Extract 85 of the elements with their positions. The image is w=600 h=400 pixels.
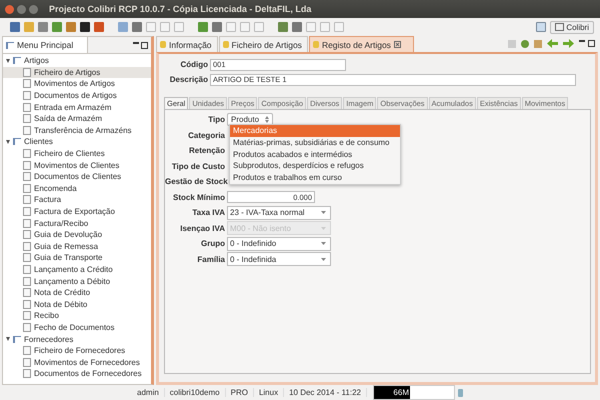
- tree-item[interactable]: Documentos de Clientes: [3, 170, 151, 183]
- tree-item[interactable]: Guia de Transporte: [3, 252, 151, 264]
- field-label: Tipo: [207, 115, 225, 124]
- tree-item[interactable]: Transferência de Armazéns: [3, 124, 151, 136]
- field-label: Código: [179, 60, 208, 69]
- expand-arrow-icon[interactable]: [6, 58, 10, 63]
- field-label: Família: [196, 254, 225, 264]
- tree-icon: [6, 42, 14, 48]
- tree-icon: [13, 138, 21, 146]
- combo-box[interactable]: 23 - IVA-Taxa normal: [227, 206, 331, 220]
- right-arrow-icon[interactable]: [563, 39, 574, 48]
- tree-item[interactable]: Movimentos de Fornecedores: [3, 356, 151, 368]
- tree-item[interactable]: Lançamento a Crédito: [3, 264, 151, 276]
- tree-item[interactable]: Movimentos de Artigos: [3, 78, 151, 90]
- minimize-icon[interactable]: [579, 40, 585, 42]
- tree-group[interactable]: Clientes: [3, 136, 151, 148]
- tree-item[interactable]: Documentos de Fornecedores: [3, 368, 151, 380]
- field-label: Gestão de Stock: [165, 177, 225, 186]
- tree-item[interactable]: Documentos de Artigos: [3, 90, 151, 102]
- editor-tab[interactable]: Ficheiro de Artigos: [218, 36, 308, 52]
- tree-item[interactable]: Factura de Exportação: [3, 206, 151, 218]
- tree-item[interactable]: Ficheiro de Clientes: [3, 148, 151, 160]
- caret-icon: [321, 258, 326, 261]
- tab-icon: [312, 41, 319, 48]
- tree-item[interactable]: Movimentos de Clientes: [3, 159, 151, 171]
- field-label: Categoria: [187, 130, 225, 140]
- close-icon[interactable]: [394, 41, 401, 48]
- tree-item[interactable]: Guia de Devolução: [3, 228, 151, 240]
- tree-icon: [13, 336, 21, 343]
- maximize-icon[interactable]: [588, 40, 595, 47]
- maximize-icon[interactable]: [141, 42, 148, 48]
- left-arrow-icon[interactable]: [547, 39, 558, 48]
- dropdown-option[interactable]: Matérias-primas, subsidiárias e de consumo: [230, 136, 400, 149]
- maximize-button[interactable]: [29, 4, 38, 14]
- tree-item[interactable]: Fecho de Documentos: [3, 322, 151, 334]
- caret-icon: [321, 211, 326, 214]
- field-label: Stock Mínimo: [172, 192, 225, 202]
- minimize-icon[interactable]: [133, 42, 139, 44]
- caret-icon: [321, 226, 326, 230]
- close-button[interactable]: [5, 4, 14, 14]
- tree-icon: [13, 57, 21, 64]
- tab-icon: [222, 41, 229, 48]
- caret-icon: [321, 242, 326, 246]
- tree-item[interactable]: Recibo: [3, 310, 151, 322]
- tab-icon: [160, 41, 166, 48]
- tree-item[interactable]: Guia de Remessa: [3, 240, 151, 252]
- status-text: 10 Dec 2014 - 11:22: [284, 388, 367, 397]
- status-text: Linux: [254, 388, 284, 397]
- tree-item[interactable]: Ficheiro de Artigos: [3, 66, 151, 78]
- tree-item[interactable]: Saída de Armazém: [3, 112, 151, 125]
- editor-tab[interactable]: Registo de Artigos: [308, 36, 414, 52]
- field-label: Grupo: [200, 239, 225, 248]
- combo-box[interactable]: 0 - Indefinida: [227, 252, 331, 266]
- status-text: PRO: [226, 388, 254, 397]
- field-label: Retenção: [188, 146, 225, 156]
- status-text: colibri10demo: [164, 388, 226, 397]
- minimize-button[interactable]: [17, 4, 26, 14]
- dropdown-option[interactable]: Produtos acabados e intermédios: [230, 148, 400, 160]
- memory-label: 66M: [393, 388, 410, 397]
- tree-item[interactable]: Nota de Crédito: [3, 286, 151, 298]
- tree-item[interactable]: Factura: [3, 194, 151, 206]
- field-label: Descrição: [168, 75, 208, 84]
- panel-tab[interactable]: Menu Principal: [3, 37, 88, 53]
- tree-item[interactable]: Factura/Recibo: [3, 217, 151, 229]
- tree-item[interactable]: Entrada em Armazém: [3, 101, 151, 113]
- field-label: Taxa IVA: [191, 208, 225, 218]
- trash-icon[interactable]: [458, 388, 463, 396]
- combo-box[interactable]: 0 - Indefinido: [227, 236, 331, 251]
- status-text: admin: [132, 388, 165, 397]
- field-label: Isençao IVA: [179, 224, 225, 233]
- tree-item[interactable]: Encomenda: [3, 182, 151, 194]
- expand-arrow-icon[interactable]: [6, 337, 10, 342]
- editor-tab[interactable]: Informação: [156, 36, 218, 52]
- field-label: Tipo de Custo: [170, 162, 225, 171]
- dropdown-option[interactable]: Produtos e trabalhos em curso: [230, 172, 400, 184]
- tree-item[interactable]: Nota de Débito: [3, 298, 151, 310]
- tree-group[interactable]: Fornecedores: [3, 333, 151, 345]
- window-title: Projecto Colibri RCP 10.0.7 - Cópia Licenciada - DeltaFIL, Lda: [49, 4, 312, 14]
- tree-group[interactable]: Artigos: [3, 55, 151, 67]
- spinner-arrows-icon: [265, 116, 270, 124]
- dropdown-option[interactable]: Subprodutos, desperdícios e refugos: [230, 160, 400, 172]
- perspective-button[interactable]: Colibri: [550, 20, 594, 34]
- tree-item[interactable]: Lançamento a Débito: [3, 275, 151, 287]
- expand-arrow-icon[interactable]: [6, 140, 10, 144]
- tree-item[interactable]: Ficheiro de Fornecedores: [3, 344, 151, 356]
